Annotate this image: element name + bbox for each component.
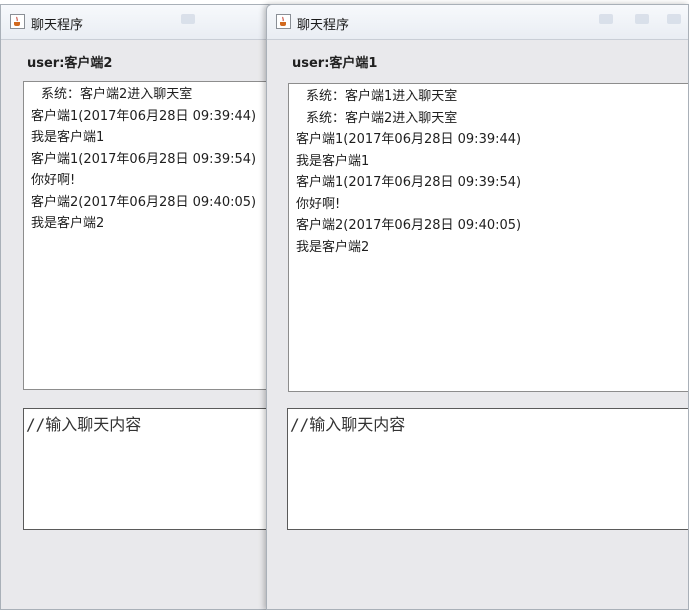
title-bar[interactable]: 聊天程序 [267, 5, 688, 40]
title-bar[interactable]: 聊天程序 [1, 5, 281, 40]
system-message: 系统：客户端1进入聊天室 [306, 89, 458, 104]
system-message: 系统：客户端2进入聊天室 [306, 110, 458, 126]
window-title: 聊天程序 [297, 18, 350, 33]
user-label: user:客户端1 [292, 56, 378, 71]
message-header: 客户端1(2017年06月28日 09:39:54) [31, 151, 257, 167]
chat-window-client2: 聊天程序 user:客户端2 系统：客户端2进入聊天室 客户端1(2017年06… [0, 4, 282, 610]
message-body: 我是客户端2 [31, 216, 105, 231]
message-body: 我是客户端1 [296, 153, 370, 169]
java-coffee-icon [10, 14, 25, 29]
user-label: user:客户端2 [27, 56, 113, 71]
message-header: 客户端1(2017年06月28日 09:39:44) [31, 108, 257, 124]
message-header: 客户端2(2017年06月28日 09:40:05) [31, 194, 257, 210]
message-body: 你好啊! [296, 196, 341, 212]
minimize-icon[interactable] [599, 14, 613, 24]
window-title: 聊天程序 [31, 18, 84, 33]
close-icon[interactable] [667, 14, 681, 24]
chat-window-client1: 聊天程序 user:客户端1 系统：客户端1进入聊天室 系统：客户端2进入聊天室… [266, 4, 689, 610]
java-coffee-icon [276, 14, 291, 29]
message-body: 你好啊! [31, 173, 76, 188]
blurred-control-icon [181, 14, 195, 24]
chat-history[interactable]: 系统：客户端2进入聊天室 客户端1(2017年06月28日 09:39:44) … [23, 81, 281, 390]
message-input[interactable]: //输入聊天内容 [287, 408, 688, 530]
message-header: 客户端2(2017年06月28日 09:40:05) [296, 218, 522, 233]
message-header: 客户端1(2017年06月28日 09:39:44) [296, 132, 522, 147]
maximize-icon[interactable] [635, 14, 649, 24]
message-body: 我是客户端2 [296, 239, 370, 255]
message-header: 客户端1(2017年06月28日 09:39:54) [296, 175, 522, 190]
message-body: 我是客户端1 [31, 130, 105, 145]
system-message: 系统：客户端2进入聊天室 [41, 87, 193, 102]
message-input[interactable]: //输入聊天内容 [23, 408, 281, 530]
chat-history[interactable]: 系统：客户端1进入聊天室 系统：客户端2进入聊天室 客户端1(2017年06月2… [288, 83, 688, 392]
